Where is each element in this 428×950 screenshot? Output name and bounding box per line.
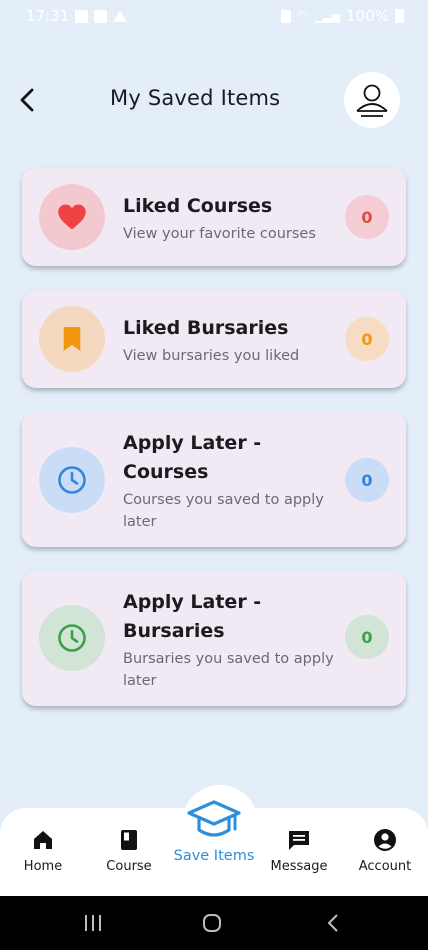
home-system-button[interactable] [199, 910, 225, 936]
home-icon [34, 831, 52, 849]
nav-account[interactable]: Account [342, 812, 428, 888]
nav-course-label: Course [106, 859, 152, 874]
liked-bursaries-card[interactable]: Liked Bursaries View bursaries you liked… [22, 290, 406, 388]
nav-home-label: Home [23, 859, 63, 874]
home-circle-icon [203, 914, 221, 932]
card-subtitle: View bursaries you liked [123, 348, 300, 364]
message-icon [289, 831, 309, 850]
card-title-line2: Bursaries [123, 620, 225, 642]
alarm-icon [281, 9, 292, 23]
nav-save-items-label: Save Items [173, 848, 255, 864]
card-subtitle: Bursaries you saved to apply later [123, 651, 334, 689]
card-title: Apply Later - [123, 432, 262, 454]
chevron-left-icon [20, 88, 34, 112]
battery-percent: 100% [346, 7, 389, 25]
count-badge: 0 [345, 317, 389, 361]
recent-apps-button[interactable] [80, 910, 106, 936]
nav-course[interactable]: Course [86, 812, 172, 888]
avatar[interactable] [344, 72, 400, 128]
account-circle-icon [374, 829, 396, 851]
check-notification-icon [94, 9, 108, 23]
page-title: My Saved Items [110, 86, 281, 110]
warning-notification-icon [113, 10, 128, 22]
user-icon [356, 84, 388, 117]
image-notification-icon [75, 9, 89, 23]
heart-icon [58, 204, 86, 230]
card-subtitle: View your favorite courses [123, 226, 316, 242]
nav-message[interactable]: Message [256, 812, 342, 888]
nav-account-label: Account [358, 859, 412, 874]
apply-later-bursaries-card[interactable]: Apply Later - Bursaries Bursaries you sa… [22, 571, 406, 706]
back-system-button[interactable] [320, 910, 346, 936]
card-title: Apply Later - [123, 591, 262, 613]
back-icon [327, 914, 338, 932]
count-badge: 0 [345, 615, 389, 659]
graduation-cap-icon [187, 800, 241, 837]
back-button[interactable] [12, 84, 44, 116]
book-icon [121, 830, 137, 850]
apply-later-courses-card[interactable]: Apply Later - Courses Courses you saved … [22, 412, 406, 547]
bookmark-icon [63, 327, 81, 351]
clock-icon [58, 624, 86, 652]
nav-message-label: Message [270, 859, 328, 874]
wifi-icon: ◠ [297, 8, 309, 24]
card-icon-circle [39, 447, 105, 513]
card-icon-circle [39, 306, 105, 372]
count-badge: 0 [345, 458, 389, 502]
card-title-line2: Courses [123, 461, 209, 483]
system-nav-bar [0, 896, 428, 950]
nav-save-items[interactable]: Save Items [170, 796, 258, 880]
battery-icon [395, 9, 404, 23]
card-icon-circle [39, 184, 105, 250]
signal-icon: ▁▃▅ [314, 9, 341, 23]
nav-home[interactable]: Home [0, 812, 86, 888]
status-time: 17:31 [26, 7, 70, 25]
card-title: Liked Bursaries [123, 317, 289, 339]
card-title: Liked Courses [123, 195, 273, 217]
card-icon-circle [39, 605, 105, 671]
liked-courses-card[interactable]: Liked Courses View your favorite courses… [22, 168, 406, 266]
status-bar: 17:31 ◠ ▁▃▅ 100% [0, 0, 428, 32]
clock-icon [58, 466, 86, 494]
count-badge: 0 [345, 195, 389, 239]
recent-apps-icon [85, 915, 101, 931]
card-subtitle: Courses you saved to apply later [123, 492, 324, 530]
